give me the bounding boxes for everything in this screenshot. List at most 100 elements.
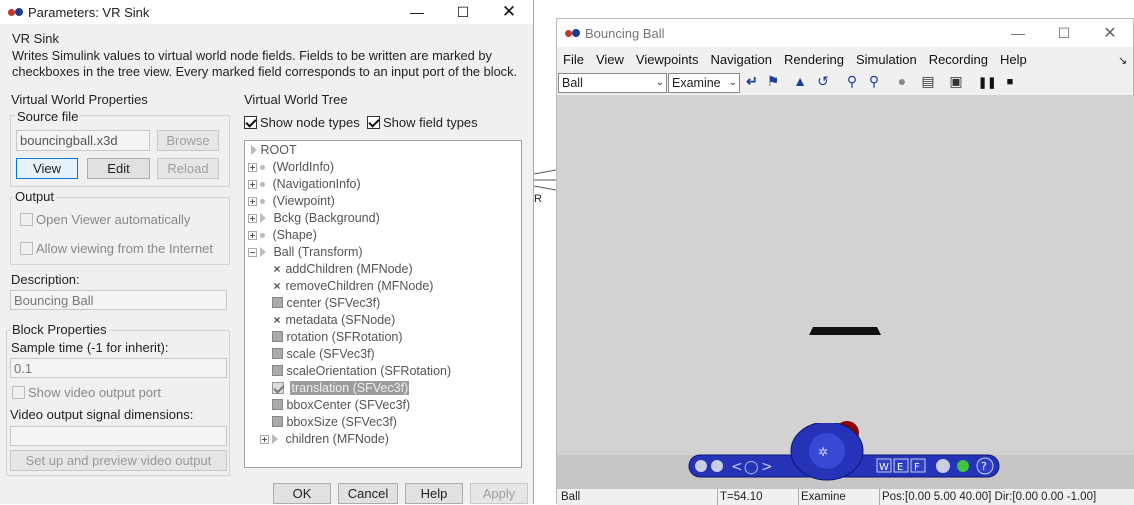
straighten-up-icon[interactable]: ▲: [791, 73, 809, 89]
matlab-logo-icon: [565, 28, 581, 38]
navigation-panel[interactable]: ✲ < ◯ > W E F ?: [687, 423, 1005, 493]
menu-viewpoints[interactable]: Viewpoints: [630, 49, 705, 71]
show-field-types-option[interactable]: Show field types: [367, 115, 478, 130]
maximize-button[interactable]: ☐: [440, 0, 486, 24]
sample-time-label: Sample time (-1 for inherit):: [11, 340, 169, 355]
tree-field-children[interactable]: children (MFNode): [260, 431, 389, 448]
tree-node-background[interactable]: Bckg (Background): [248, 210, 380, 227]
field-checkbox[interactable]: [272, 331, 283, 342]
node-dot-icon: [260, 165, 266, 170]
zoom-in-icon[interactable]: ⚲: [843, 73, 861, 90]
tree-field-addchildren[interactable]: × addChildren (MFNode): [272, 261, 412, 278]
tree-node-navigationinfo[interactable]: (NavigationInfo): [248, 176, 361, 193]
menu-navigation[interactable]: Navigation: [705, 49, 778, 71]
tree-field-center[interactable]: center (SFVec3f): [272, 295, 380, 312]
block-description: Writes Simulink values to virtual world …: [12, 48, 518, 79]
stop-icon[interactable]: ■: [1001, 76, 1019, 88]
viewer-maximize-button[interactable]: ☐: [1041, 21, 1087, 45]
viewer-close-button[interactable]: ✕: [1087, 21, 1133, 45]
allow-internet-option[interactable]: Allow viewing from the Internet: [20, 241, 213, 256]
field-checkbox[interactable]: [272, 399, 283, 410]
sample-time-input[interactable]: 0.1: [10, 358, 227, 378]
tree-field-metadata[interactable]: × metadata (SFNode): [272, 312, 395, 329]
return-icon[interactable]: ↵: [743, 73, 761, 90]
tree-field-scaleorientation[interactable]: scaleOrientation (SFRotation): [272, 363, 451, 380]
tree-node-viewpoint[interactable]: (Viewpoint): [248, 193, 335, 210]
show-field-types-checkbox[interactable]: [367, 116, 380, 129]
virtual-world-tree[interactable]: ROOT (WorldInfo) (NavigationInfo) (Viewp…: [244, 140, 522, 468]
expand-icon[interactable]: [248, 214, 257, 223]
minimize-button[interactable]: —: [394, 0, 440, 24]
menu-file[interactable]: File: [557, 49, 590, 71]
undo-move-icon[interactable]: ↺: [814, 73, 832, 90]
help-button[interactable]: Help: [405, 483, 463, 504]
field-checkbox[interactable]: [272, 297, 283, 308]
go-to-viewpoint-icon[interactable]: ⚑: [764, 73, 782, 90]
source-file-label: Source file: [15, 109, 81, 124]
tree-node-ball[interactable]: Ball (Transform): [248, 244, 363, 261]
expand-icon[interactable]: [248, 231, 257, 240]
setup-video-button[interactable]: Set up and preview video output: [10, 450, 227, 471]
zoom-out-icon[interactable]: ⚲: [865, 73, 883, 90]
tree-field-rotation[interactable]: rotation (SFRotation): [272, 329, 403, 346]
expand-icon[interactable]: [248, 163, 257, 172]
snapshot-icon[interactable]: ▣: [947, 73, 965, 90]
tree-field-removechildren[interactable]: × removeChildren (MFNode): [272, 278, 433, 295]
w-icon: W: [879, 462, 889, 473]
tree-field-scale[interactable]: scale (SFVec3f): [272, 346, 375, 363]
viewpoint-select[interactable]: Ball ⌄: [558, 73, 667, 93]
menu-simulation[interactable]: Simulation: [850, 49, 923, 71]
menu-rendering[interactable]: Rendering: [778, 49, 850, 71]
e-icon: E: [897, 462, 903, 473]
status-viewpoint: Ball: [561, 491, 581, 503]
menu-recording[interactable]: Recording: [923, 49, 994, 71]
field-checkbox[interactable]: [272, 365, 283, 376]
expand-icon[interactable]: [248, 180, 257, 189]
show-video-option[interactable]: Show video output port: [12, 385, 161, 400]
dialog-titlebar: Parameters: VR Sink — ☐ ✕: [0, 0, 533, 24]
viewer-minimize-button[interactable]: —: [995, 21, 1041, 45]
close-button[interactable]: ✕: [486, 0, 532, 24]
view-button[interactable]: View: [16, 158, 78, 179]
video-dims-label: Video output signal dimensions:: [10, 407, 194, 422]
record-icon[interactable]: ●: [893, 73, 911, 89]
ok-button[interactable]: OK: [273, 483, 331, 504]
tree-node-shape[interactable]: (Shape): [248, 227, 317, 244]
cancel-button[interactable]: Cancel: [338, 483, 398, 504]
field-x-icon: ×: [273, 279, 281, 293]
open-viewer-checkbox[interactable]: [20, 213, 33, 226]
open-viewer-option[interactable]: Open Viewer automatically: [20, 212, 190, 227]
reload-button[interactable]: Reload: [157, 158, 219, 179]
expand-icon[interactable]: [248, 197, 257, 206]
block-parameters-icon[interactable]: ▤: [919, 73, 937, 90]
virtual-world-canvas[interactable]: ✲ < ◯ > W E F ?: [557, 95, 1134, 489]
tree-field-translation[interactable]: translation (SFVec3f): [272, 380, 410, 397]
menu-overflow-icon[interactable]: ↘: [1118, 54, 1127, 67]
browse-button[interactable]: Browse: [157, 130, 219, 151]
video-dims-input[interactable]: [10, 426, 227, 446]
field-checkbox-checked[interactable]: [272, 382, 284, 394]
pause-icon[interactable]: ❚❚: [978, 76, 996, 89]
navigation-mode-select[interactable]: Examine ⌄: [668, 73, 740, 93]
edit-button[interactable]: Edit: [87, 158, 150, 179]
apply-button[interactable]: Apply: [470, 483, 528, 504]
field-checkbox[interactable]: [272, 348, 283, 359]
allow-internet-checkbox[interactable]: [20, 242, 33, 255]
menu-view[interactable]: View: [590, 49, 630, 71]
tree-field-bboxsize[interactable]: bboxSize (SFVec3f): [272, 414, 397, 431]
expand-icon[interactable]: [260, 435, 269, 444]
viewer-menubar: File View Viewpoints Navigation Renderin…: [557, 49, 1033, 71]
show-video-checkbox[interactable]: [12, 386, 25, 399]
collapse-icon[interactable]: [248, 248, 257, 257]
show-node-types-option[interactable]: Show node types: [244, 115, 360, 130]
show-node-types-checkbox[interactable]: [244, 116, 257, 129]
field-checkbox[interactable]: [272, 416, 283, 427]
source-file-input[interactable]: bouncingball.x3d: [16, 130, 150, 151]
menu-help[interactable]: Help: [994, 49, 1033, 71]
tree-field-bboxcenter[interactable]: bboxCenter (SFVec3f): [272, 397, 410, 414]
node-triangle-icon: [272, 434, 279, 444]
tree-node-root[interactable]: ROOT: [251, 142, 297, 159]
description-label: Description:: [11, 272, 80, 287]
description-input[interactable]: Bouncing Ball: [10, 290, 227, 310]
tree-node-worldinfo[interactable]: (WorldInfo): [248, 159, 334, 176]
